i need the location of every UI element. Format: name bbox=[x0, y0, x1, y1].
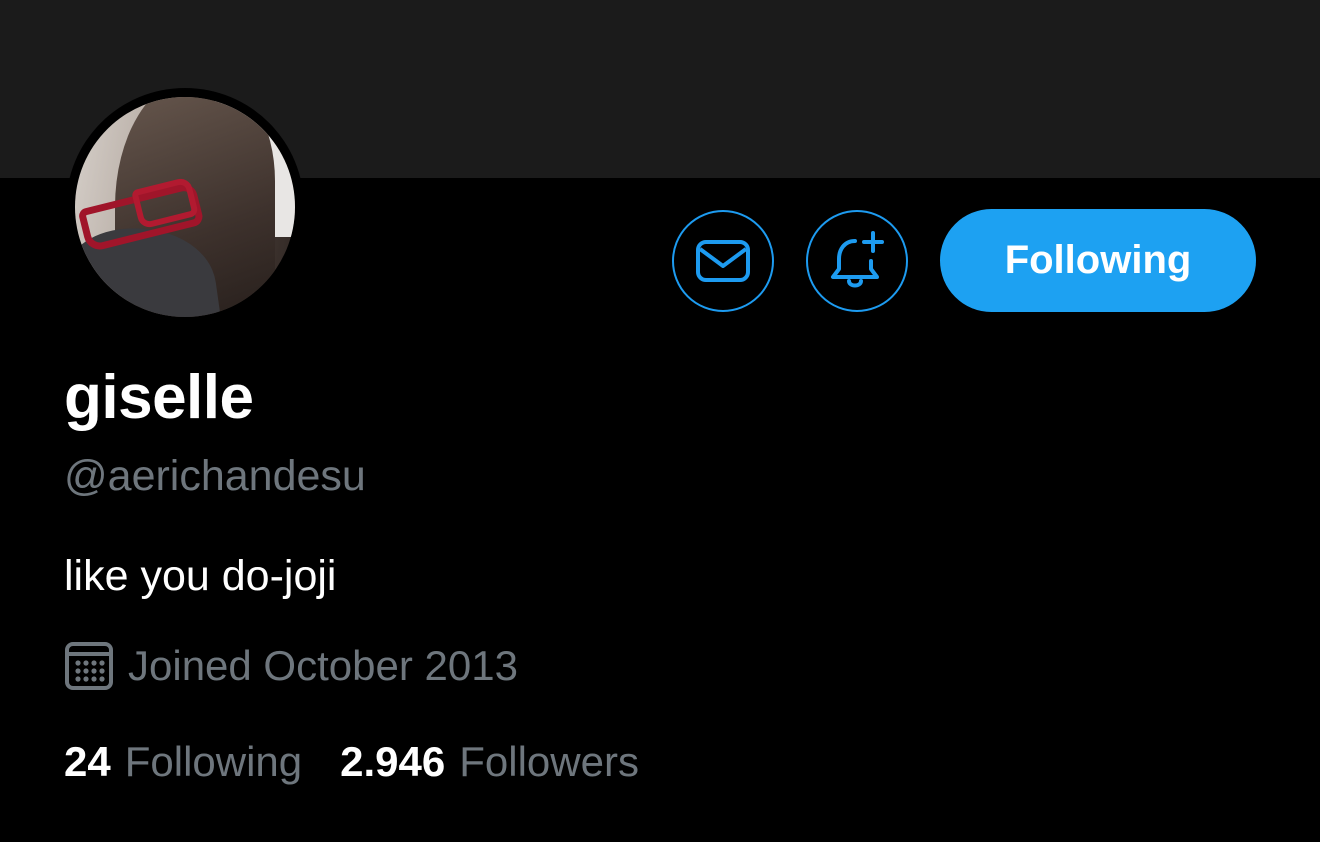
followers-stat[interactable]: 2.946 Followers bbox=[340, 738, 639, 786]
message-button[interactable] bbox=[672, 210, 774, 312]
following-label: Following bbox=[124, 738, 303, 785]
following-count: 24 bbox=[64, 738, 111, 785]
display-name: giselle bbox=[64, 363, 254, 432]
joined-text: Joined October 2013 bbox=[128, 642, 518, 689]
profile-page: Following giselle @aerichandesu like you… bbox=[0, 0, 1320, 842]
avatar[interactable] bbox=[66, 88, 304, 326]
joined-date: Joined October 2013 bbox=[64, 640, 518, 692]
bio-text: like you do-joji bbox=[64, 552, 337, 600]
mail-icon bbox=[696, 240, 750, 282]
profile-stats: 24 Following 2.946 Followers bbox=[64, 738, 639, 786]
avatar-photo bbox=[75, 97, 295, 317]
calendar-icon bbox=[65, 642, 113, 690]
user-handle: @aerichandesu bbox=[64, 452, 366, 500]
notifications-button[interactable] bbox=[806, 210, 908, 312]
bell-plus-icon bbox=[831, 231, 884, 288]
following-stat[interactable]: 24 Following bbox=[64, 738, 302, 786]
followers-label: Followers bbox=[459, 738, 639, 785]
following-button[interactable]: Following bbox=[940, 209, 1256, 312]
followers-count: 2.946 bbox=[340, 738, 446, 785]
